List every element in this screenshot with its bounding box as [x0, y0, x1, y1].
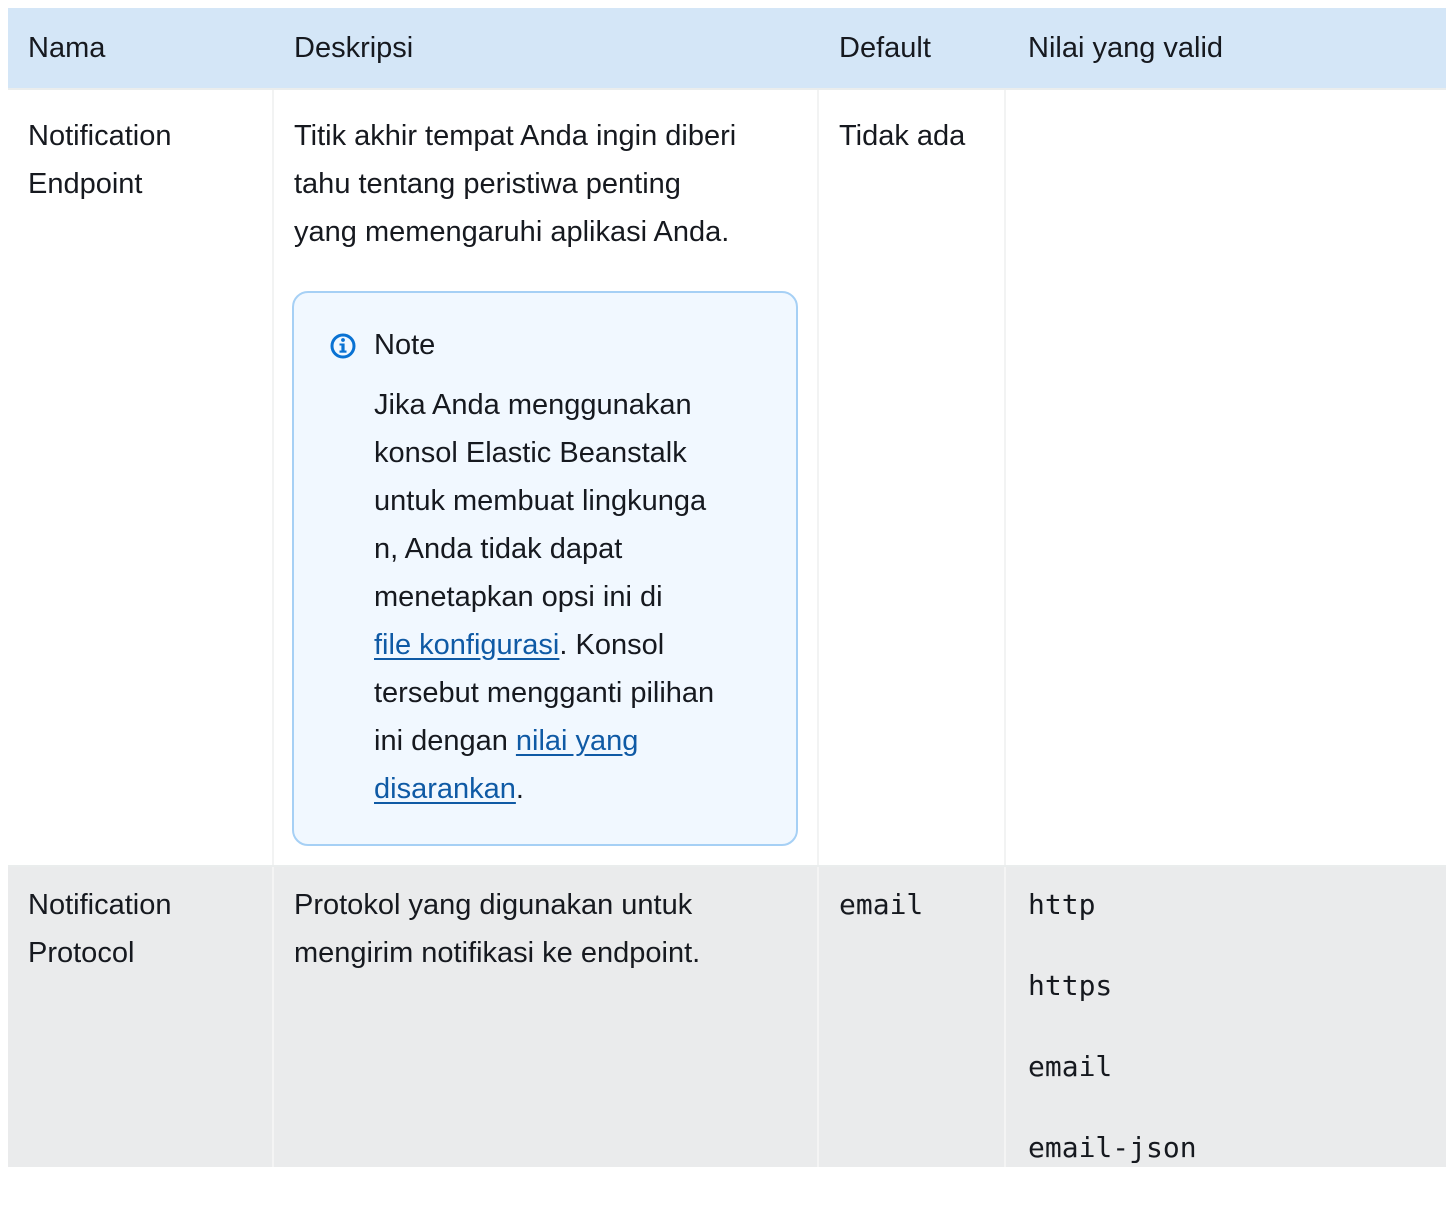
table-row: Notification Endpoint Titik akhir tempat…	[8, 90, 1446, 865]
list-item: https	[1028, 969, 1113, 1002]
column-divider	[272, 90, 274, 865]
column-divider	[1004, 90, 1006, 865]
column-divider	[1004, 867, 1006, 1167]
column-header-name: Nama	[28, 32, 106, 64]
table-header-row: Nama Deskripsi Default Nilai yang valid	[8, 8, 1446, 88]
list-item: email	[1028, 1050, 1113, 1083]
column-header-default: Default	[839, 32, 931, 64]
note-callout: Note Jika Anda menggunakan konsol Elasti…	[292, 291, 798, 846]
column-divider	[272, 867, 274, 1167]
column-divider	[817, 867, 819, 1167]
config-file-link[interactable]: file konfigurasi	[374, 629, 559, 661]
option-description: Titik akhir tempat Anda ingin diberi tah…	[294, 120, 737, 248]
option-name: Notification Protocol	[28, 889, 172, 969]
table-row: Notification Protocol Protokol yang digu…	[8, 867, 1446, 1167]
info-icon	[330, 333, 356, 359]
valid-values-list: http https email email-json	[1028, 881, 1197, 1205]
option-description: Protokol yang digunakan untuk mengirim n…	[294, 889, 701, 969]
list-item: email-json	[1028, 1131, 1197, 1164]
option-default: email	[839, 888, 924, 921]
column-divider	[817, 90, 819, 865]
column-header-valid-values: Nilai yang valid	[1028, 32, 1224, 64]
option-name: Notification Endpoint	[28, 120, 172, 200]
recommended-values-link-continued[interactable]: disarankan	[374, 773, 516, 805]
column-header-description: Deskripsi	[294, 32, 414, 64]
list-item: http	[1028, 888, 1096, 921]
note-body: Jika Anda menggunakan konsol Elastic Bea…	[374, 389, 715, 805]
option-default: Tidak ada	[839, 120, 966, 152]
note-title: Note	[374, 329, 436, 361]
recommended-values-link[interactable]: nilai yang	[516, 725, 639, 757]
